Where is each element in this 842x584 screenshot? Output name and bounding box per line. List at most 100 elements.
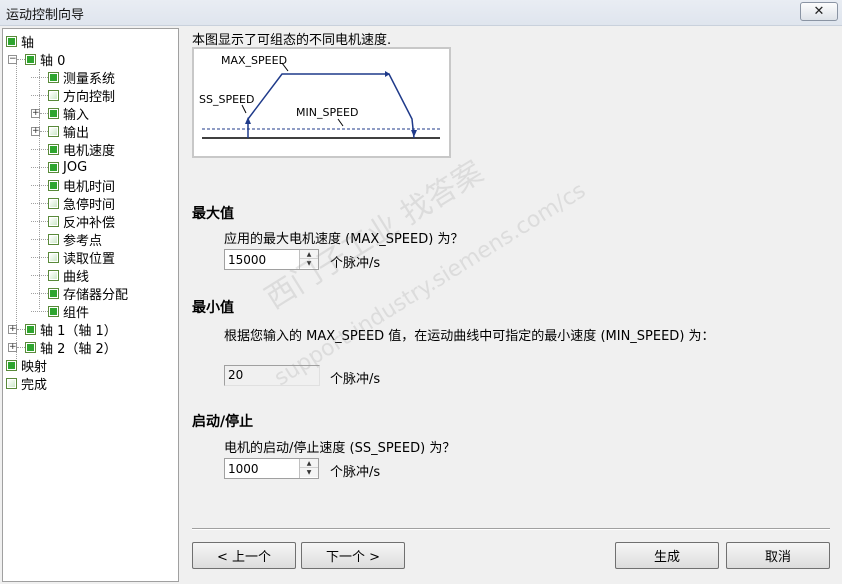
tree-item-label: 存储器分配	[63, 287, 129, 303]
max-speed-down-button[interactable]: ▼	[300, 259, 318, 268]
start-stop-prompt: 电机的启动/停止速度 (SS_SPEED) 为？	[224, 441, 456, 456]
tree-item-label: 轴	[21, 35, 35, 51]
checked-box-icon[interactable]	[48, 143, 59, 155]
checked-box-icon[interactable]	[6, 359, 17, 371]
min-pointer	[337, 118, 344, 127]
close-button[interactable]: ✕	[800, 2, 838, 21]
min-prompt: 根据您输入的 MAX_SPEED 值，在运动曲线中可指定的最小速度 (MIN_S…	[224, 329, 715, 344]
max-speed-input[interactable]	[225, 250, 297, 269]
checked-box-icon[interactable]	[25, 341, 36, 353]
cancel-button[interactable]: 取消	[726, 542, 830, 569]
checked-box-icon[interactable]	[48, 305, 59, 317]
checked-box-icon[interactable]	[48, 161, 59, 173]
checked-box-icon[interactable]	[6, 35, 17, 47]
title-bar: 运动控制向导 ✕	[0, 0, 842, 26]
unchecked-box-icon[interactable]	[48, 269, 59, 281]
ss-speed-input[interactable]	[225, 459, 297, 478]
unchecked-box-icon[interactable]	[48, 197, 59, 209]
tree-item[interactable]: JOG	[31, 158, 87, 176]
min-unit: 个脉冲/s	[330, 372, 381, 387]
checked-box-icon[interactable]	[25, 323, 36, 335]
tree-item-label: 组件	[63, 305, 90, 321]
start-stop-heading: 启动/停止	[192, 414, 254, 430]
ss-pointer	[241, 104, 247, 114]
checked-box-icon[interactable]	[48, 179, 59, 191]
tree-item-label: 轴 0	[40, 53, 66, 69]
unchecked-box-icon[interactable]	[48, 125, 59, 137]
min-speed-value: 20	[228, 368, 244, 382]
tree-item[interactable]: + 输出	[31, 122, 90, 141]
tree-item-label: 急停时间	[63, 197, 116, 213]
unchecked-box-icon[interactable]	[48, 215, 59, 227]
unchecked-box-icon[interactable]	[48, 233, 59, 245]
checked-box-icon[interactable]	[25, 53, 36, 65]
tree-item[interactable]: 急停时间	[31, 194, 116, 213]
checked-box-icon[interactable]	[48, 107, 59, 119]
speed-profile-chart: MAX_SPEED SS_SPEED MIN_SPEED	[199, 54, 440, 139]
tree-item-label: 轴 1（轴 1）	[40, 323, 117, 339]
max-speed-up-button[interactable]: ▲	[300, 250, 318, 259]
tree-item-label: JOG	[63, 159, 88, 175]
ss-speed-stepper[interactable]: ▲ ▼	[224, 458, 319, 479]
tree-item[interactable]: 读取位置	[31, 248, 116, 267]
tree-item-label: 输出	[63, 125, 90, 141]
generate-button[interactable]: 生成	[615, 542, 719, 569]
collapse-icon[interactable]: −	[8, 54, 17, 64]
tree-item-label: 映射	[21, 359, 48, 375]
ss-speed-label: SS_SPEED	[199, 93, 254, 106]
max-speed-stepper[interactable]: ▲ ▼	[224, 249, 319, 270]
tree-item[interactable]: 轴	[6, 32, 35, 51]
tree-item[interactable]: + 输入	[31, 104, 90, 123]
tree-item[interactable]: + 轴 1（轴 1）	[8, 320, 117, 339]
tree-item-label: 测量系统	[63, 71, 116, 87]
close-icon: ✕	[813, 4, 825, 19]
next-button[interactable]: 下一个 >	[301, 542, 405, 569]
min-speed-label: MIN_SPEED	[296, 106, 358, 119]
ss-speed-down-button[interactable]: ▼	[300, 468, 318, 477]
max-speed-label: MAX_SPEED	[221, 54, 287, 67]
tree-item[interactable]: 反冲补偿	[31, 212, 116, 231]
tree-item-label: 输入	[63, 107, 90, 123]
tree-item[interactable]: 存储器分配	[31, 284, 129, 303]
tree-item-label: 电机时间	[63, 179, 116, 195]
max-unit: 个脉冲/s	[330, 256, 381, 271]
button-separator	[192, 528, 830, 530]
tree-item-label: 完成	[21, 377, 48, 393]
tree-item[interactable]: 测量系统	[31, 68, 116, 87]
ss-speed-up-button[interactable]: ▲	[300, 459, 318, 468]
checked-box-icon[interactable]	[48, 71, 59, 83]
min-speed-field: 20	[224, 365, 320, 386]
tree-item[interactable]: 映射	[6, 356, 48, 375]
expand-icon[interactable]: +	[31, 108, 40, 118]
expand-icon[interactable]: +	[8, 342, 17, 352]
window-title: 运动控制向导	[6, 8, 85, 23]
tree-item-label: 方向控制	[63, 89, 116, 105]
prev-button[interactable]: < 上一个	[192, 542, 296, 569]
max-heading: 最大值	[192, 206, 234, 222]
unchecked-box-icon[interactable]	[48, 89, 59, 101]
tree-item[interactable]: + 轴 2（轴 2）	[8, 338, 117, 357]
tree-item-label: 电机速度	[63, 143, 116, 159]
wizard-tree: 轴 − 轴 0 测量系统方向控制 + 输入 + 输出电机速度 JOG 电机时间急停时间反冲补偿参考…	[2, 28, 179, 582]
speed-diagram: MAX_SPEED SS_SPEED MIN_SPEED	[192, 47, 451, 158]
tree-item-label: 读取位置	[63, 251, 116, 267]
unchecked-box-icon[interactable]	[48, 251, 59, 263]
tree-item-label: 参考点	[63, 233, 103, 249]
tree-item[interactable]: − 轴 0	[8, 50, 66, 69]
tree-item[interactable]: 电机时间	[31, 176, 116, 195]
tree-item[interactable]: 电机速度	[31, 140, 116, 159]
tree-item-label: 反冲补偿	[63, 215, 116, 231]
checked-box-icon[interactable]	[48, 287, 59, 299]
ss-unit: 个脉冲/s	[330, 465, 381, 480]
expand-icon[interactable]: +	[8, 324, 17, 334]
intro-text: 本图显示了可组态的不同电机速度.	[192, 33, 392, 48]
tree-connector	[16, 59, 17, 359]
unchecked-box-icon[interactable]	[6, 377, 17, 389]
tree-item[interactable]: 组件	[31, 302, 90, 321]
tree-item[interactable]: 完成	[6, 374, 48, 393]
tree-item[interactable]: 参考点	[31, 230, 103, 249]
tree-item[interactable]: 曲线	[31, 266, 90, 285]
tree-item-label: 曲线	[63, 269, 90, 285]
expand-icon[interactable]: +	[31, 126, 40, 136]
tree-item[interactable]: 方向控制	[31, 86, 116, 105]
